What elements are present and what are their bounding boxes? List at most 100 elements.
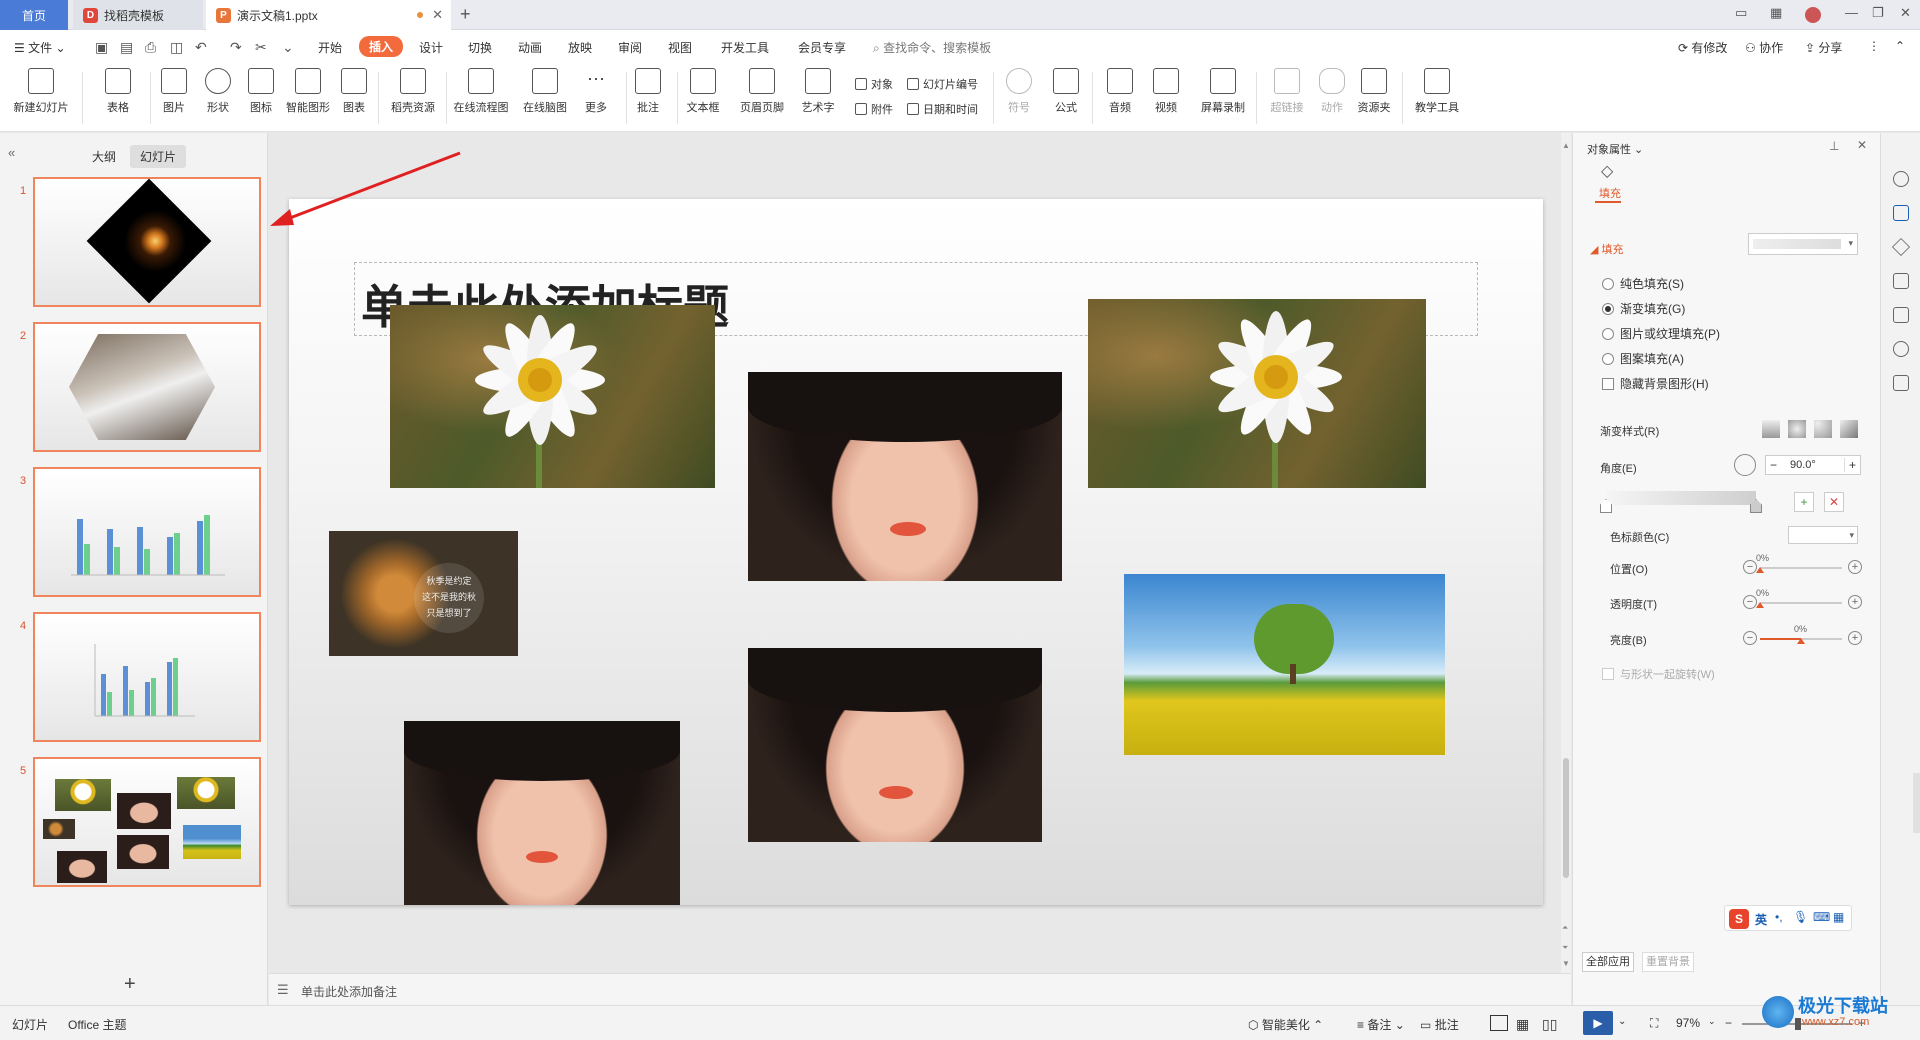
status-theme[interactable]: Office 主题 — [68, 1016, 126, 1033]
slide-thumbnail-4[interactable] — [33, 612, 261, 742]
option-pattern-fill[interactable]: 图案填充(A) — [1602, 350, 1684, 367]
tab-outline[interactable]: 大纲 — [82, 145, 126, 168]
collapse-panel-icon[interactable]: « — [8, 145, 15, 160]
slide-number-button[interactable]: 幻灯片编号 — [907, 76, 978, 92]
position-increment[interactable]: + — [1848, 560, 1862, 574]
gradient-style-path[interactable] — [1840, 420, 1858, 438]
undo-icon[interactable]: ↶ — [195, 39, 207, 56]
table-button[interactable]: 表格 — [89, 68, 147, 115]
fit-window-icon[interactable]: ⛶ — [1650, 1016, 1658, 1031]
slide-5[interactable]: 单击此处添加标题 — [289, 199, 1543, 905]
attachment-button[interactable]: 附件 — [855, 101, 893, 117]
location-icon[interactable] — [1893, 341, 1909, 357]
keyboard-icon[interactable]: ⌨ — [1813, 910, 1830, 924]
menu-transition[interactable]: 切换 — [468, 39, 492, 56]
header-footer-button[interactable]: 页眉页脚 — [730, 68, 794, 115]
more-button[interactable]: ··· 更多 — [566, 68, 626, 115]
apply-all-button[interactable]: 全部应用 — [1582, 952, 1634, 972]
sidebar-scroll[interactable] — [1913, 773, 1920, 833]
new-slide-button[interactable]: 新建幻灯片 — [6, 68, 76, 115]
menu-animation[interactable]: 动画 — [518, 39, 542, 56]
menu-insert[interactable]: 插入 — [359, 36, 404, 57]
gradient-style-linear[interactable] — [1762, 420, 1780, 438]
portrait-photo[interactable] — [748, 648, 1042, 842]
layout-icon[interactable]: ▭ — [1735, 5, 1747, 21]
properties-icon[interactable] — [1893, 205, 1909, 221]
increment-icon[interactable]: + — [1843, 458, 1856, 472]
portrait-photo[interactable] — [748, 372, 1062, 581]
apps-grid-icon[interactable]: ▦ — [1770, 5, 1782, 21]
notes-toggle[interactable]: ≡ 备注 ⌄ — [1357, 1016, 1405, 1033]
menu-developer[interactable]: 开发工具 — [721, 39, 769, 56]
flowchart-button[interactable]: 在线流程图 — [448, 68, 514, 115]
screen-record-button[interactable]: 屏幕录制 — [1190, 68, 1256, 115]
scroll-down-icon[interactable]: ▼ — [1562, 959, 1570, 968]
print-preview-icon[interactable]: ◫ — [170, 39, 183, 56]
export-pdf-icon[interactable]: ▤ — [120, 39, 133, 56]
collapse-ribbon-icon[interactable]: ⌃ — [1895, 39, 1905, 53]
scroll-up-icon[interactable]: ▲ — [1562, 141, 1570, 150]
zoom-out-icon[interactable]: − — [1725, 1016, 1732, 1030]
slide-thumbnail-5[interactable] — [33, 757, 261, 887]
close-window-icon[interactable]: ✕ — [1900, 5, 1911, 21]
slide-thumbnail-2[interactable] — [33, 322, 261, 452]
menu-slideshow[interactable]: 放映 — [568, 39, 592, 56]
landscape-photo[interactable] — [1124, 574, 1445, 755]
play-options-icon[interactable]: ⌄ — [1618, 1016, 1626, 1027]
datetime-button[interactable]: 日期和时间 — [907, 101, 978, 117]
add-stop-icon[interactable]: + — [1794, 492, 1814, 512]
gradient-style-radial[interactable] — [1788, 420, 1806, 438]
ime-punct-icon[interactable]: •, — [1775, 910, 1783, 924]
option-solid-fill[interactable]: 纯色填充(S) — [1602, 275, 1684, 292]
gallery-icon[interactable] — [1893, 307, 1909, 323]
brightness-increment[interactable]: + — [1848, 631, 1862, 645]
ime-toolbar[interactable]: S 英 •, 🎙 ⌨ ▦ — [1724, 905, 1852, 931]
autumn-leaves-photo[interactable]: 秋季是约定 这不是我的秋 只是想到了 — [329, 531, 518, 656]
file-menu[interactable]: ☰ 文件 ⌄ — [14, 39, 66, 56]
reading-view-icon[interactable]: ▯▯ — [1542, 1016, 1557, 1033]
transition-icon[interactable] — [1893, 273, 1909, 289]
redo-icon[interactable]: ↷ — [230, 39, 242, 56]
slide-thumbnail-1[interactable] — [33, 177, 261, 307]
notes-pane[interactable]: ☰ 单击此处添加备注 — [269, 973, 1571, 1005]
video-button[interactable]: 视频 — [1136, 68, 1196, 115]
comment-button[interactable]: 批注 — [618, 68, 678, 115]
page-down-icon[interactable]: ⏷ — [1562, 943, 1568, 953]
smart-beautify-button[interactable]: ⬡ 智能美化 ⌃ — [1248, 1016, 1323, 1033]
collaborate-button[interactable]: ⚇ 协作 — [1745, 39, 1783, 56]
new-tab-icon[interactable]: + — [460, 4, 471, 25]
comment-toggle[interactable]: ▭ 批注 — [1420, 1016, 1459, 1033]
resource-folder-button[interactable]: 资源夹 — [1344, 68, 1404, 115]
object-button[interactable]: 对象 — [855, 76, 893, 92]
more-options-icon[interactable]: ⋮ — [1868, 39, 1880, 53]
restore-icon[interactable]: ❐ — [1872, 5, 1884, 21]
wordart-button[interactable]: 艺术字 — [788, 68, 848, 115]
ime-menu-icon[interactable]: ▦ — [1833, 910, 1844, 924]
revisions-button[interactable]: ⟳ 有修改 — [1678, 39, 1727, 56]
close-tab-icon[interactable]: ✕ — [432, 7, 443, 23]
gradient-bar[interactable] — [1606, 491, 1756, 505]
menu-design[interactable]: 设计 — [419, 39, 443, 56]
tab-template[interactable]: D 找稻壳模板 — [73, 0, 203, 30]
option-picture-fill[interactable]: 图片或纹理填充(P) — [1602, 325, 1720, 342]
play-slideshow-button[interactable]: ▶ — [1583, 1011, 1613, 1035]
ime-lang[interactable]: 英 — [1755, 911, 1767, 928]
notes-placeholder[interactable]: 单击此处添加备注 — [301, 983, 397, 1000]
add-slide-button[interactable]: + — [124, 973, 136, 996]
daisy-photo[interactable] — [1088, 299, 1426, 488]
page-up-icon[interactable]: ⏶ — [1562, 923, 1568, 933]
daisy-photo[interactable] — [390, 305, 715, 488]
print-icon[interactable]: ⎙ — [145, 39, 156, 56]
hide-bg-checkbox[interactable]: 隐藏背景图形(H) — [1602, 375, 1709, 392]
stop-color-picker[interactable]: ▾ — [1788, 526, 1858, 544]
design-icon[interactable] — [1893, 171, 1909, 187]
portrait-photo[interactable] — [404, 721, 680, 905]
menu-vip[interactable]: 会员专享 — [798, 39, 846, 56]
option-gradient-fill[interactable]: 渐变填充(G) — [1602, 300, 1685, 317]
transparency-increment[interactable]: + — [1848, 595, 1862, 609]
angle-dial[interactable] — [1734, 454, 1756, 476]
textbox-button[interactable]: 文本框 — [672, 68, 734, 115]
fill-section-toggle[interactable]: ◢ 填充 — [1590, 241, 1624, 257]
position-decrement[interactable]: − — [1743, 560, 1757, 574]
formula-button[interactable]: 公式 — [1037, 68, 1095, 115]
